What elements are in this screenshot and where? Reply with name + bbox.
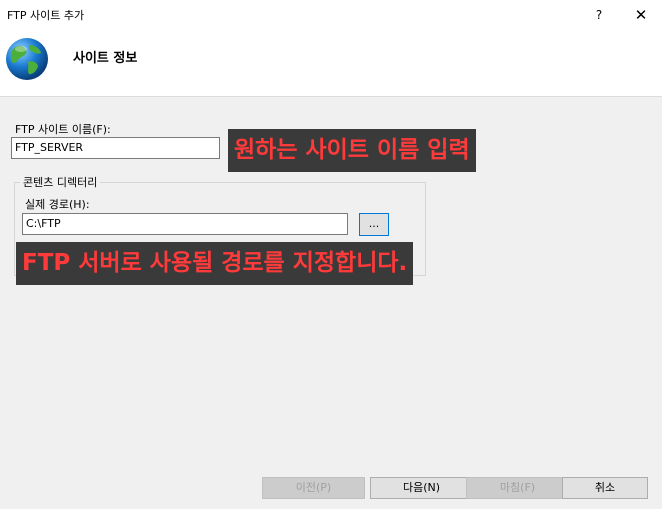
path-hint-annotation: FTP 서버로 사용될 경로를 지정합니다. <box>16 242 414 285</box>
site-name-hint-annotation: 원하는 사이트 이름 입력 <box>228 129 476 172</box>
next-button[interactable]: 다음(N) <box>370 477 473 499</box>
globe-icon <box>6 38 48 80</box>
physical-path-label: 실제 경로(H): <box>25 198 90 211</box>
site-name-label: FTP 사이트 이름(F): <box>15 123 111 136</box>
browse-button[interactable]: ... <box>359 213 389 236</box>
content-directory-legend: 콘텐츠 디렉터리 <box>20 174 101 190</box>
close-button[interactable]: ✕ <box>627 4 655 26</box>
title-bar: FTP 사이트 추가 ? ✕ <box>0 0 662 30</box>
physical-path-input[interactable]: C:\FTP <box>22 213 348 235</box>
window-title: FTP 사이트 추가 <box>7 9 85 22</box>
site-name-input[interactable]: FTP_SERVER <box>11 137 220 159</box>
finish-button[interactable]: 마침(F) <box>466 477 569 499</box>
cancel-button[interactable]: 취소 <box>562 477 648 499</box>
previous-button[interactable]: 이전(P) <box>262 477 365 499</box>
wizard-header: 사이트 정보 <box>0 30 662 97</box>
help-button[interactable]: ? <box>585 4 613 26</box>
page-title: 사이트 정보 <box>73 51 138 66</box>
